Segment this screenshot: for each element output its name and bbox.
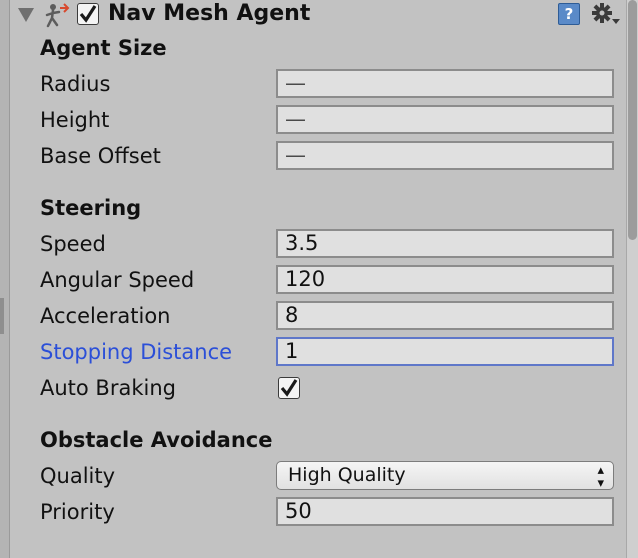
quality-dropdown[interactable]: High Quality ▴ ▾ (276, 461, 614, 490)
dropdown-arrows-icon: ▴ ▾ (597, 463, 604, 491)
angular-speed-field[interactable]: 120 (276, 265, 614, 294)
help-book-icon[interactable]: ? (558, 3, 580, 25)
component-enabled-checkbox[interactable] (77, 3, 99, 25)
radius-label: Radius (40, 72, 111, 96)
foldout-arrow-icon[interactable] (18, 8, 34, 22)
quality-dropdown-value: High Quality (288, 464, 406, 486)
scrollbar-thumb[interactable] (628, 0, 637, 240)
acceleration-label: Acceleration (40, 304, 171, 328)
speed-field[interactable]: 3.5 (276, 229, 614, 258)
section-title-agent-size: Agent Size (40, 36, 167, 60)
vertical-scrollbar[interactable] (626, 0, 638, 558)
component-title: Nav Mesh Agent (108, 1, 311, 26)
stopping-distance-label: Stopping Distance (40, 340, 233, 364)
height-label: Height (40, 108, 110, 132)
base-offset-field[interactable]: — (276, 141, 614, 170)
panel-splitter[interactable] (0, 298, 4, 334)
acceleration-field[interactable]: 8 (276, 301, 614, 330)
priority-label: Priority (40, 500, 115, 524)
left-panel-edge (0, 0, 10, 558)
nav-mesh-agent-icon (45, 3, 70, 28)
base-offset-label: Base Offset (40, 144, 161, 168)
height-field[interactable]: — (276, 105, 614, 134)
section-title-steering: Steering (40, 196, 142, 220)
component-header: Nav Mesh Agent ? (14, 0, 624, 30)
priority-field[interactable]: 50 (276, 497, 614, 526)
radius-field[interactable]: — (276, 69, 614, 98)
section-title-obstacle-avoidance: Obstacle Avoidance (40, 428, 273, 452)
angular-speed-label: Angular Speed (40, 268, 195, 292)
auto-braking-checkbox[interactable] (278, 377, 300, 399)
quality-label: Quality (40, 464, 116, 488)
gear-icon[interactable] (591, 2, 621, 28)
speed-label: Speed (40, 232, 106, 256)
stopping-distance-field[interactable]: 1 (276, 337, 614, 366)
auto-braking-label: Auto Braking (40, 376, 176, 400)
